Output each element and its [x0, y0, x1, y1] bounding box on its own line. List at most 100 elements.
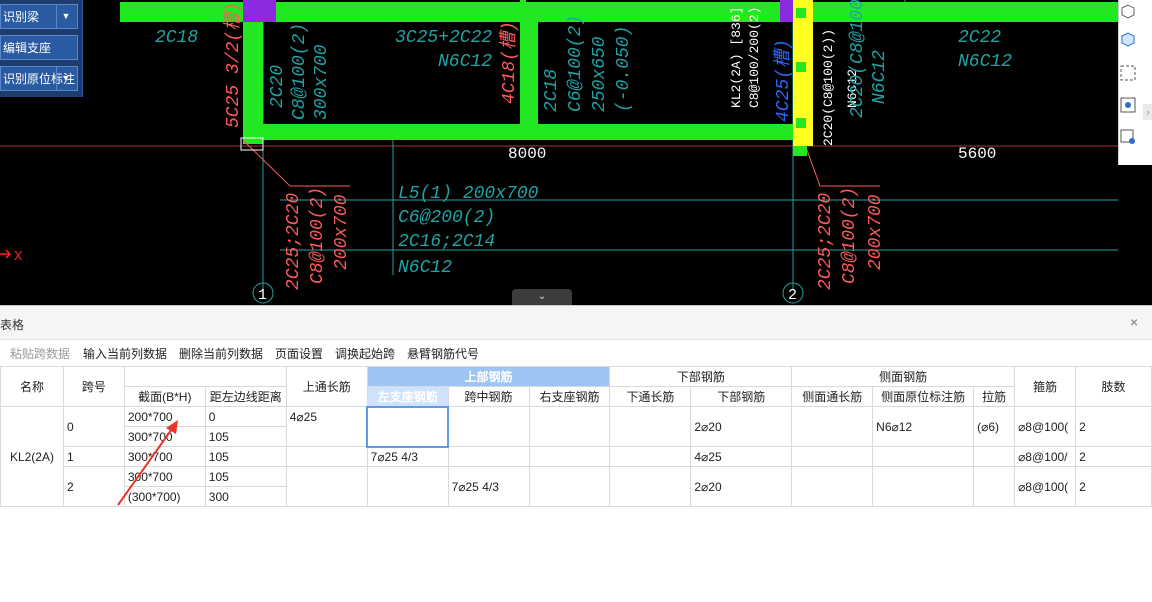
span-cell[interactable]: 0 — [62, 406, 125, 447]
span-cell[interactable]: 2 — [62, 466, 125, 507]
cad-label: 200x700 — [332, 194, 352, 270]
header-top-through: 上通长筋 — [285, 366, 368, 407]
swap-start-span-button[interactable]: 调换起始跨 — [335, 345, 395, 362]
cad-label: 4C18(槽) — [498, 21, 520, 104]
cad-label: 2C18 — [155, 28, 198, 48]
right-support-cell[interactable] — [528, 466, 611, 507]
header-side-through: 侧面通长筋 — [791, 386, 874, 407]
cad-label: C8@100(2) — [290, 23, 310, 120]
right-support-cell[interactable] — [528, 446, 611, 467]
dist-cell[interactable]: 300 — [204, 486, 287, 507]
section-cell[interactable]: 300*700 — [123, 426, 206, 447]
cad-canvas[interactable]: 2C18 3C25+2C22 N6C12 5C25 3/2(槽) 2C20 C8… — [0, 0, 1152, 305]
stirrup-cell[interactable]: ⌀8@100( — [1014, 406, 1077, 447]
dist-cell[interactable]: 105 — [204, 426, 287, 447]
cube-outline-icon[interactable] — [1119, 2, 1137, 20]
grip-point[interactable] — [796, 62, 806, 72]
beam-name-cell[interactable]: KL2(2A) — [0, 406, 64, 507]
mid-span-cell[interactable] — [447, 406, 530, 447]
dist-cell[interactable]: 105 — [204, 466, 287, 487]
identify-beam-label: 识别梁 — [3, 10, 40, 24]
dist-cell[interactable]: 105 — [204, 446, 287, 467]
left-support-cell[interactable]: 7⌀25 4/3 — [366, 446, 449, 467]
input-column-data-button[interactable]: 输入当前列数据 — [83, 345, 167, 362]
side-through-cell[interactable] — [791, 446, 874, 467]
header-bottom-bar: 下部钢筋 — [690, 386, 793, 407]
edit-support-button[interactable]: 编辑支座 — [0, 35, 78, 60]
top-through-cell[interactable] — [285, 446, 368, 467]
tie-cell[interactable] — [973, 446, 1016, 467]
header-tie: 拉筋 — [973, 386, 1016, 407]
delete-column-data-button[interactable]: 删除当前列数据 — [179, 345, 263, 362]
page-setup-button[interactable]: 页面设置 — [275, 345, 323, 362]
close-icon[interactable]: × — [1130, 314, 1138, 330]
dimension-label: 8000 — [508, 145, 546, 163]
left-support-cell[interactable] — [366, 405, 450, 448]
mid-span-cell[interactable]: 7⌀25 4/3 — [447, 466, 530, 507]
collapse-panel-chevron-icon[interactable]: ⌄ — [512, 289, 572, 305]
header-side-local: 侧面原位标注筋 — [872, 386, 975, 407]
header-left-support: 左支座钢筋 — [366, 386, 449, 407]
cad-label: C8@100(2) — [308, 187, 328, 284]
paste-span-data-button[interactable]: 粘贴跨数据 — [10, 345, 70, 362]
bottom-bar-cell[interactable]: 2⌀20 — [690, 406, 793, 447]
span-cell[interactable]: 1 — [62, 446, 125, 467]
cad-label: 2C20 — [268, 65, 288, 108]
grip-point[interactable] — [796, 118, 806, 128]
identify-original-annotation-button[interactable]: 识别原位标注 ▼ — [0, 66, 78, 91]
cad-label: 2C20(C8@100(2) — [848, 0, 868, 118]
top-through-cell[interactable] — [285, 466, 368, 507]
zoom-window-icon[interactable] — [1119, 64, 1137, 82]
bottom-through-cell[interactable] — [609, 466, 692, 507]
dist-cell[interactable]: 0 — [204, 406, 287, 427]
side-through-cell[interactable] — [791, 406, 874, 447]
chevron-down-icon[interactable]: ▼ — [56, 67, 75, 90]
beam-tools-panel: 识别梁 ▼ 编辑支座 识别原位标注 ▼ — [0, 0, 83, 97]
layer-visibility-icon[interactable] — [1119, 128, 1137, 146]
header-mid-span: 跨中钢筋 — [447, 386, 530, 407]
section-cell[interactable]: 300*700 — [123, 466, 206, 487]
legs-cell[interactable]: 2 — [1075, 446, 1152, 467]
legs-cell[interactable]: 2 — [1075, 466, 1152, 507]
table-toolbar: 粘贴跨数据 输入当前列数据 删除当前列数据 页面设置 调换起始跨 悬臂钢筋代号 — [0, 342, 1152, 366]
bottom-bar-cell[interactable]: 2⌀20 — [690, 466, 793, 507]
chevron-right-icon[interactable]: › — [1143, 104, 1152, 120]
cad-label: N6C12 — [958, 52, 1012, 72]
cad-label: 4C25(槽) — [772, 39, 794, 122]
table-row: 1 300*700 105 7⌀25 4/3 4⌀25 ⌀8@100/ 2 — [1, 446, 1152, 467]
view-rotate-icon[interactable] — [1119, 96, 1137, 114]
cad-drawing[interactable]: 2C18 3C25+2C22 N6C12 5C25 3/2(槽) 2C20 C8… — [0, 0, 1152, 305]
tie-cell[interactable]: (⌀6) — [973, 406, 1016, 447]
stirrup-cell[interactable]: ⌀8@100( — [1014, 466, 1077, 507]
grip-point[interactable] — [520, 0, 526, 6]
cad-label: 5C25 3/2(槽) — [222, 2, 244, 128]
bottom-through-cell[interactable] — [609, 446, 692, 467]
side-local-cell[interactable]: N6⌀12 — [872, 406, 975, 447]
cantilever-code-button[interactable]: 悬臂钢筋代号 — [407, 345, 479, 362]
stirrup-cell[interactable]: ⌀8@100/ — [1014, 446, 1077, 467]
bottom-bar-cell[interactable]: 4⌀25 — [690, 446, 793, 467]
ucs-x-axis-icon — [0, 249, 12, 259]
top-through-cell[interactable]: 4⌀25 — [285, 406, 368, 447]
dimension-label: 5600 — [958, 145, 996, 163]
grip-point[interactable] — [796, 8, 806, 18]
cad-label: 2C20(C8@100(2)) — [821, 29, 836, 146]
section-cell[interactable]: 200*700 — [123, 406, 206, 427]
side-local-cell[interactable] — [872, 446, 975, 467]
right-support-cell[interactable] — [528, 406, 611, 447]
cad-label: N6C12 — [438, 52, 492, 72]
cad-label: 300x700 — [312, 44, 332, 120]
cube-3d-icon[interactable] — [1119, 30, 1137, 48]
section-cell[interactable]: (300*700) — [123, 486, 206, 507]
mid-span-cell[interactable] — [447, 446, 530, 467]
left-support-cell[interactable] — [366, 466, 449, 507]
tie-cell[interactable] — [973, 466, 1016, 507]
identify-beam-button[interactable]: 识别梁 ▼ — [0, 4, 78, 29]
legs-cell[interactable]: 2 — [1075, 406, 1152, 447]
side-local-cell[interactable] — [872, 466, 975, 507]
section-cell[interactable]: 300*700 — [123, 446, 206, 467]
chevron-down-icon[interactable]: ▼ — [56, 5, 75, 28]
side-through-cell[interactable] — [791, 466, 874, 507]
bottom-through-cell[interactable] — [609, 406, 692, 447]
cad-label: N6C12 — [870, 50, 890, 104]
